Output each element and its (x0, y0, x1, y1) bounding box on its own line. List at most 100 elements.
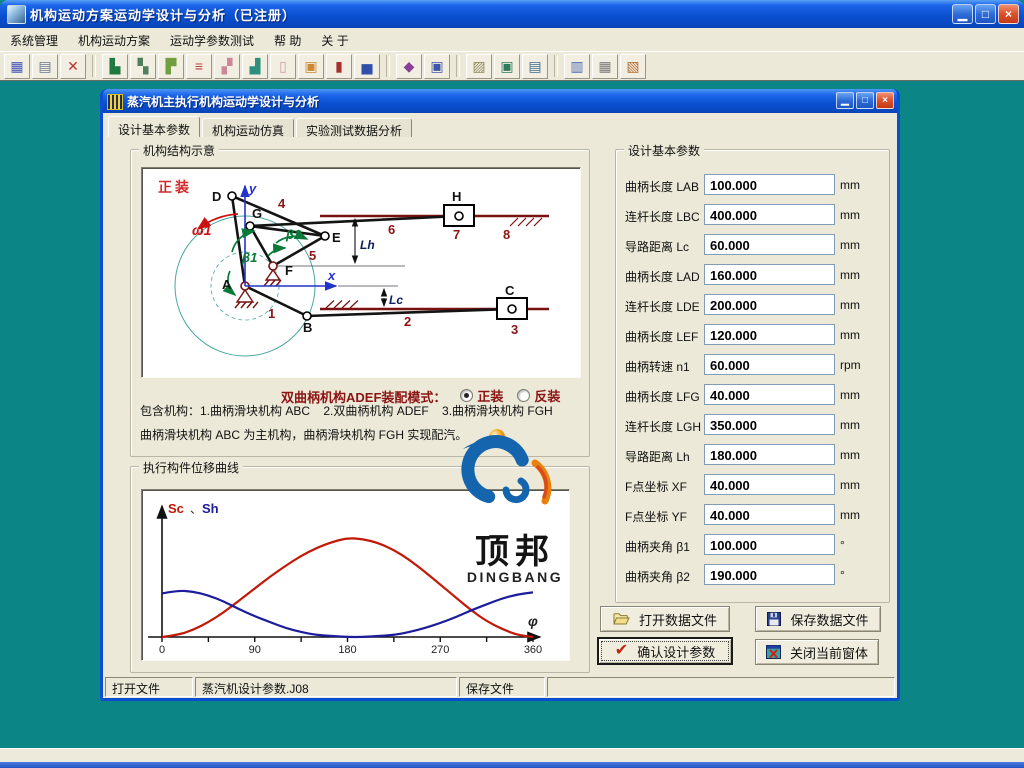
print-button[interactable]: ▤ (32, 54, 58, 79)
svg-text:90: 90 (249, 644, 261, 656)
param-input-6[interactable] (704, 324, 835, 345)
child-body: 设计基本参数机构运动仿真实验测试数据分析 机构结构示意 (103, 113, 897, 698)
toolbar-separator (554, 55, 558, 77)
child-close-button[interactable]: × (876, 92, 894, 109)
param-input-7[interactable] (704, 354, 835, 375)
piston-icon: ▯ (279, 59, 287, 73)
guide-rails-button[interactable]: ≡ (186, 54, 212, 79)
crank-slider-button[interactable]: ▙ (102, 54, 128, 79)
child-statusbar: 打开文件蒸汽机设计参数.J08保存文件 (105, 677, 895, 697)
delete-icon: ✕ (67, 59, 79, 73)
bar-linkage-button[interactable]: ▅ (354, 54, 380, 79)
child-maximize-button[interactable]: □ (856, 92, 874, 109)
param-input-4[interactable] (704, 264, 835, 285)
computer-button[interactable]: ▥ (564, 54, 590, 79)
close-window-button[interactable]: 关闭当前窗体 (755, 639, 879, 665)
cam-mechanism-button[interactable]: ▛ (158, 54, 184, 79)
child-window: 蒸汽机主执行机构运动学设计与分析 ▁ □ × 设计基本参数机构运动仿真实验测试数… (100, 89, 900, 701)
param-input-9[interactable] (704, 414, 835, 435)
chart-curves: 090180270360 (159, 538, 542, 656)
svg-text:180: 180 (338, 644, 356, 656)
dimension-arrows (355, 219, 384, 306)
point-D: D (212, 189, 221, 204)
link-3: 3 (511, 322, 518, 337)
param-input-11[interactable] (704, 474, 835, 495)
form-edit-button[interactable]: ▨ (466, 54, 492, 79)
monitor-curve-button[interactable]: ▣ (424, 54, 450, 79)
monitor-sim-icon: ▣ (500, 59, 513, 73)
param-unit: mm (840, 328, 860, 342)
piston-button[interactable]: ▯ (270, 54, 296, 79)
included-mechanisms-line1: 包含机构：1.曲柄滑块机构 ABC 2.双曲柄机构 ADEF 3.曲柄滑块机构 … (140, 402, 584, 419)
link-7: 7 (453, 227, 460, 242)
svg-text:270: 270 (431, 644, 449, 656)
restore-button[interactable]: □ (975, 4, 996, 24)
book-button[interactable]: ◆ (396, 54, 422, 79)
open-data-file-button[interactable]: 打开数据文件 (600, 606, 730, 632)
computer-icon: ▥ (570, 59, 583, 73)
param-input-3[interactable] (704, 234, 835, 255)
param-input-5[interactable] (704, 294, 835, 315)
param-label: 连杆长度 LBC (625, 208, 700, 225)
param-label: F点坐标 XF (625, 478, 687, 495)
param-unit: mm (840, 238, 860, 252)
org-chart-button[interactable]: ▦ (4, 54, 30, 79)
toolbar-separator (92, 55, 96, 77)
guide-rails-icon: ≡ (195, 59, 203, 73)
book-icon: ◆ (404, 59, 415, 73)
param-row: 导路距离 Lhmm (616, 444, 889, 466)
param-label: 连杆长度 LGH (625, 418, 701, 435)
param-label: 曲柄长度 LEF (625, 328, 698, 345)
menu-item-1[interactable]: 系统管理 (0, 28, 68, 51)
menu-item-3[interactable]: 运动学参数测试 (160, 28, 264, 51)
param-label: 曲柄长度 LAB (625, 178, 699, 195)
link-2: 2 (404, 314, 411, 329)
tab-1[interactable]: 设计基本参数 (108, 116, 200, 137)
clipboard-button[interactable]: ▧ (620, 54, 646, 79)
displacement-chart: Sc 、 Sh φ 090180270360 (142, 490, 569, 660)
radio-circle (460, 389, 473, 402)
door-exit-button[interactable]: ▮ (326, 54, 352, 79)
mdi-background: 蒸汽机主执行机构运动学设计与分析 ▁ □ × 设计基本参数机构运动仿真实验测试数… (0, 80, 1024, 748)
app-titlebar: 机构运动方案运动学设计与分析（已注册） ▁ □ × (0, 0, 1024, 28)
param-label: 连杆长度 LDE (625, 298, 700, 315)
param-input-2[interactable] (704, 204, 835, 225)
tab-3[interactable]: 实验测试数据分析 (296, 118, 412, 137)
param-input-10[interactable] (704, 444, 835, 465)
param-input-14[interactable] (704, 564, 835, 585)
tab-2[interactable]: 机构运动仿真 (202, 118, 294, 137)
close-button[interactable]: × (998, 4, 1019, 24)
close-window-icon (766, 645, 781, 659)
param-input-1[interactable] (704, 174, 835, 195)
confirm-parameters-button[interactable]: ✔ 确认设计参数 (597, 637, 733, 665)
child-window-controls: ▁ □ × (836, 92, 894, 109)
linkage-pink-icon: ▞ (222, 59, 233, 73)
child-minimize-button[interactable]: ▁ (836, 92, 854, 109)
mechanism-diagram: 正装 ω1 β1 β2 x y Lh Lc D G E F A B (142, 168, 580, 377)
param-input-12[interactable] (704, 504, 835, 525)
menu-item-2[interactable]: 机构运动方案 (68, 28, 160, 51)
cam-cylinder-button[interactable]: ▣ (298, 54, 324, 79)
monitor-sim-button[interactable]: ▣ (494, 54, 520, 79)
param-unit: mm (840, 208, 860, 222)
param-row: F点坐标 XFmm (616, 474, 889, 496)
param-input-8[interactable] (704, 384, 835, 405)
param-label: 曲柄转速 n1 (625, 358, 690, 375)
param-input-13[interactable] (704, 534, 835, 555)
linkage-teal-button[interactable]: ▟ (242, 54, 268, 79)
curve-Sc (162, 538, 533, 637)
param-unit: rpm (840, 358, 861, 372)
minimize-button[interactable]: ▁ (952, 4, 973, 24)
linkage-teal-icon: ▟ (250, 59, 261, 73)
menu-item-5[interactable]: 关 于 (311, 28, 358, 51)
point-C: C (505, 283, 515, 298)
slider-guide-button[interactable]: ▚ (130, 54, 156, 79)
save-data-file-button[interactable]: 保存数据文件 (755, 606, 881, 632)
linkage-pink-button[interactable]: ▞ (214, 54, 240, 79)
menu-item-4[interactable]: 帮 助 (264, 28, 311, 51)
mode-label: 正装 (158, 179, 192, 195)
ram-test-button[interactable]: ▦ (592, 54, 618, 79)
delete-button[interactable]: ✕ (60, 54, 86, 79)
taskbar-strip (0, 762, 1024, 768)
monitor-data-button[interactable]: ▤ (522, 54, 548, 79)
